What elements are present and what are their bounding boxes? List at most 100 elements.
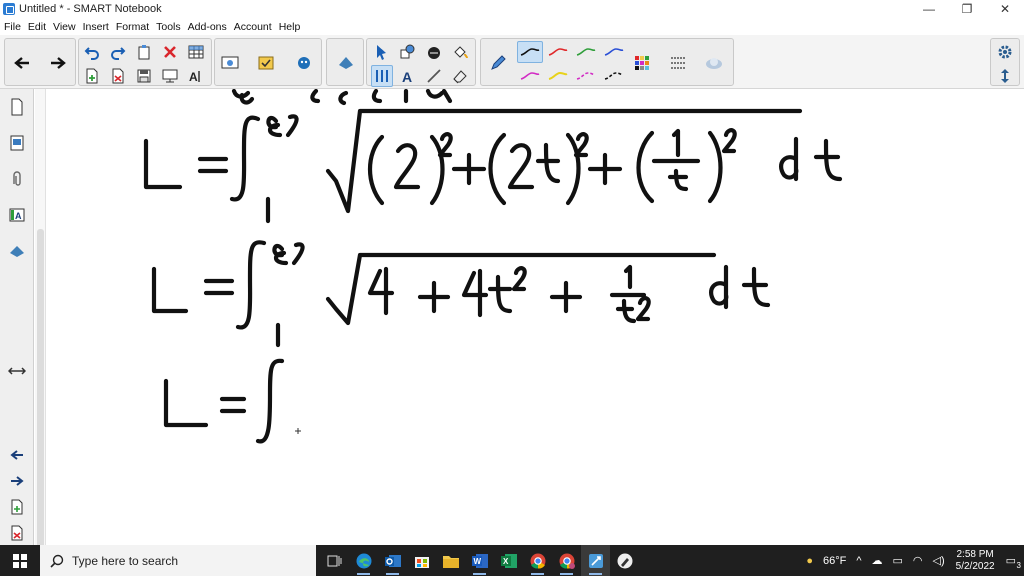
- taskbar-apps: W X: [320, 545, 639, 576]
- gallery-icon[interactable]: [5, 131, 29, 155]
- smart-notebook-taskbar-icon[interactable]: [581, 545, 610, 576]
- shapes-icon[interactable]: [397, 41, 419, 63]
- eraser-icon[interactable]: [449, 65, 471, 87]
- start-button[interactable]: [0, 545, 40, 576]
- lab-group: [326, 38, 364, 86]
- menu-tools[interactable]: Tools: [156, 21, 181, 33]
- next-page-icon[interactable]: [5, 469, 29, 493]
- resize-sidebar-icon[interactable]: [5, 359, 29, 383]
- line-settings-icon[interactable]: [667, 52, 689, 74]
- fill-effects-icon[interactable]: [703, 52, 725, 74]
- pen-green-swatch[interactable]: [573, 41, 599, 63]
- clock-time: 2:58 PM: [956, 548, 994, 560]
- back-arrow-icon[interactable]: [11, 52, 33, 74]
- search-icon: [50, 554, 64, 568]
- pen-black-swatch[interactable]: [517, 41, 543, 63]
- handwriting-ink: [143, 89, 843, 444]
- minimize-button[interactable]: —: [910, 0, 948, 18]
- store-icon[interactable]: [407, 545, 436, 576]
- pen-icon[interactable]: [487, 52, 509, 74]
- close-button[interactable]: ✕: [986, 0, 1024, 18]
- smart-notebook-window: Untitled * - SMART Notebook — ❐ ✕ File E…: [0, 0, 1024, 576]
- lab-icon[interactable]: [335, 52, 357, 74]
- weather-icon[interactable]: ●: [806, 555, 813, 567]
- svg-text:A: A: [189, 70, 198, 84]
- line-icon[interactable]: [423, 65, 445, 87]
- word-icon[interactable]: W: [465, 545, 494, 576]
- taskbar-search-box[interactable]: Type here to search: [40, 545, 316, 576]
- table-icon[interactable]: [185, 41, 207, 63]
- menu-file[interactable]: File: [4, 21, 21, 33]
- delete-page-icon[interactable]: [5, 521, 29, 545]
- response-icon[interactable]: [255, 52, 277, 74]
- delete-icon[interactable]: [159, 41, 181, 63]
- add-page-icon[interactable]: [81, 65, 103, 87]
- maximize-button[interactable]: ❐: [948, 0, 986, 18]
- battery-icon[interactable]: ▭: [893, 554, 903, 567]
- inking-app-icon[interactable]: [610, 545, 639, 576]
- menu-format[interactable]: Format: [116, 21, 149, 33]
- undo-icon[interactable]: [81, 41, 103, 63]
- paste-icon[interactable]: [133, 41, 155, 63]
- settings-gear-icon[interactable]: [994, 41, 1016, 63]
- taskbar-clock[interactable]: 2:58 PM 5/2/2022: [956, 549, 995, 573]
- attachments-icon[interactable]: [5, 167, 29, 191]
- volume-icon[interactable]: ◁): [933, 554, 945, 567]
- edit-group: A: [78, 38, 212, 86]
- outlook-icon[interactable]: [378, 545, 407, 576]
- save-icon[interactable]: [133, 65, 155, 87]
- pen-yellow-swatch[interactable]: [545, 65, 571, 87]
- text-recognition-icon[interactable]: A: [185, 65, 207, 87]
- paint-bucket-icon[interactable]: [449, 41, 471, 63]
- excel-icon[interactable]: X: [494, 545, 523, 576]
- chrome-profile-icon[interactable]: [552, 545, 581, 576]
- forward-arrow-icon[interactable]: [47, 52, 69, 74]
- show-hidden-icons-icon[interactable]: ^: [856, 555, 861, 567]
- menu-help[interactable]: Help: [279, 21, 301, 33]
- pen-red-swatch[interactable]: [545, 41, 571, 63]
- wifi-icon[interactable]: ◠: [913, 554, 923, 567]
- chrome-icon[interactable]: [523, 545, 552, 576]
- select-icon[interactable]: [371, 41, 393, 63]
- page-sorter-icon[interactable]: [5, 95, 29, 119]
- weather-temperature[interactable]: 66°F: [823, 555, 846, 567]
- color-palette-icon[interactable]: [631, 52, 653, 74]
- windows-logo-icon: [13, 553, 27, 568]
- pen-dashed-black-swatch[interactable]: [601, 65, 627, 87]
- text-icon[interactable]: A: [397, 65, 419, 87]
- add-page-icon[interactable]: [5, 495, 29, 519]
- redo-icon[interactable]: [107, 41, 129, 63]
- menu-view[interactable]: View: [53, 21, 76, 33]
- edge-browser-icon[interactable]: [349, 545, 378, 576]
- screen-shade-icon[interactable]: [219, 52, 241, 74]
- pen-blue-swatch[interactable]: [601, 41, 627, 63]
- tools-group: [214, 38, 322, 86]
- side-tabs: A: [0, 89, 34, 545]
- file-explorer-icon[interactable]: [436, 545, 465, 576]
- properties-icon[interactable]: A: [5, 203, 29, 227]
- menu-account[interactable]: Account: [234, 21, 272, 33]
- activity-builder-icon[interactable]: [293, 52, 315, 74]
- move-toolbar-icon[interactable]: [994, 65, 1016, 87]
- smart-notebook-logo-icon: [3, 3, 15, 15]
- remove-page-icon[interactable]: [107, 65, 129, 87]
- system-tray: ● 66°F ^ ☁ ▭ ◠ ◁) 2:58 PM 5/2/2022 ▭ 3: [801, 545, 1024, 576]
- scrollbar-thumb[interactable]: [37, 229, 44, 576]
- onedrive-icon[interactable]: ☁: [872, 554, 883, 567]
- notification-icon[interactable]: ▭ 3: [1006, 554, 1021, 570]
- notebook-canvas[interactable]: [46, 89, 1024, 545]
- menu-insert[interactable]: Insert: [83, 21, 109, 33]
- pen-dashed-magenta-swatch[interactable]: [573, 65, 599, 87]
- fullscreen-icon[interactable]: [159, 65, 181, 87]
- menu-edit[interactable]: Edit: [28, 21, 46, 33]
- task-view-icon[interactable]: [320, 545, 349, 576]
- vertical-scrollbar[interactable]: [35, 89, 46, 576]
- menu-add-ons[interactable]: Add-ons: [188, 21, 227, 33]
- add-ons-icon[interactable]: [5, 239, 29, 263]
- fill-icon[interactable]: [423, 41, 445, 63]
- pen-style-icon[interactable]: [371, 65, 393, 87]
- window-title: Untitled * - SMART Notebook: [19, 3, 162, 15]
- pen-magenta-swatch[interactable]: [517, 65, 543, 87]
- svg-text:A: A: [15, 211, 22, 221]
- prev-page-icon[interactable]: [5, 443, 29, 467]
